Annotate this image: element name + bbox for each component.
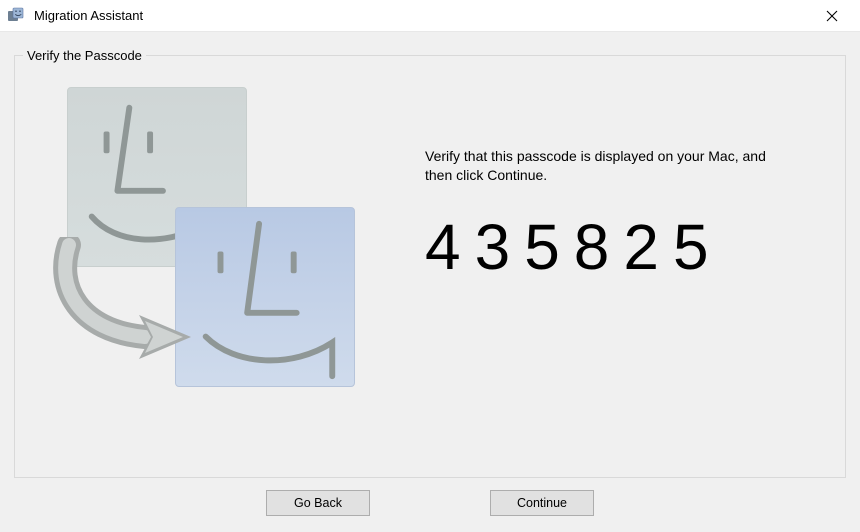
go-back-button[interactable]: Go Back (266, 490, 370, 516)
right-column: Verify that this passcode is displayed o… (425, 147, 825, 279)
continue-button[interactable]: Continue (490, 490, 594, 516)
button-row: Go Back Continue (14, 478, 846, 522)
titlebar: Migration Assistant (0, 0, 860, 32)
window: Migration Assistant Verify the Passcode (0, 0, 860, 532)
migration-assistant-icon (6, 6, 26, 26)
client-area: Verify the Passcode (0, 32, 860, 532)
passcode-display: 435825 (425, 215, 825, 279)
instruction-text: Verify that this passcode is displayed o… (425, 147, 785, 185)
close-icon (826, 10, 838, 22)
group-legend: Verify the Passcode (23, 48, 146, 63)
group-content: Verify that this passcode is displayed o… (15, 63, 845, 477)
migration-illustration (67, 87, 407, 417)
close-button[interactable] (812, 2, 852, 30)
finder-face-front-icon (175, 207, 355, 387)
verify-passcode-group: Verify the Passcode (14, 48, 846, 478)
window-title: Migration Assistant (34, 8, 143, 23)
